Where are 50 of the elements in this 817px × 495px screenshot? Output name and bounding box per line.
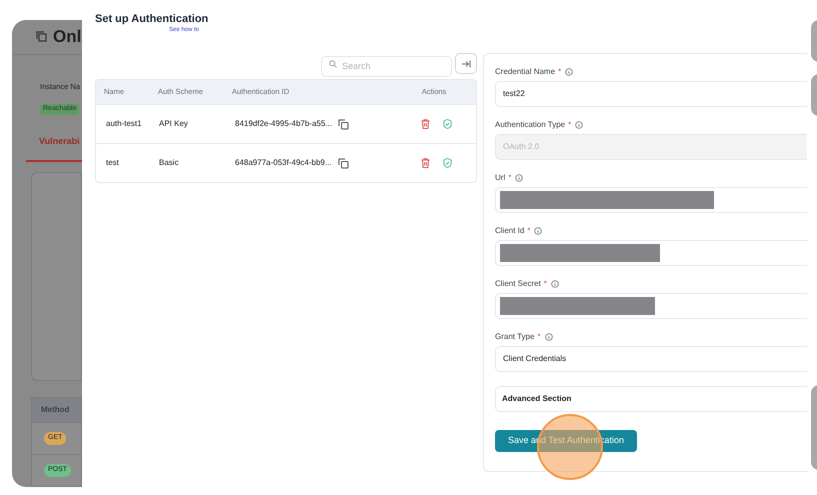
- shield-check-icon: [442, 119, 452, 129]
- required-mark: *: [558, 66, 562, 78]
- shield-check-icon: [442, 158, 452, 168]
- field-label: Client Secret: [495, 278, 541, 290]
- info-icon: [575, 121, 584, 129]
- required-mark: *: [568, 119, 572, 131]
- table-cell-text: API Key: [158, 118, 189, 130]
- collapse-button[interactable]: [455, 53, 477, 74]
- input-field[interactable]: Client Credentials: [495, 346, 807, 372]
- required-mark: *: [537, 331, 541, 343]
- verify-button[interactable]: [442, 119, 452, 129]
- arrow-to-line-icon: [461, 60, 471, 68]
- field-label: Url: [495, 172, 506, 184]
- table-cell-text: Basic: [158, 157, 180, 169]
- required-mark: *: [544, 278, 547, 290]
- field-label: Client Id: [495, 225, 524, 237]
- copy-icon: [338, 158, 349, 168]
- collapsible-section[interactable]: Advanced Section: [495, 386, 807, 412]
- column-header: Method: [32, 398, 81, 422]
- table-cell: 8419df2e-4995-4b7b-a55...: [235, 118, 332, 130]
- info-icon: [544, 333, 553, 341]
- required-mark: *: [508, 172, 512, 184]
- search-field[interactable]: Search: [321, 56, 452, 76]
- input-field[interactable]: [495, 240, 807, 266]
- drawer-title: Set up Authentication: [95, 12, 208, 26]
- copy-icon: [338, 118, 349, 130]
- delete-button[interactable]: [420, 119, 430, 129]
- info-icon: [565, 68, 574, 76]
- page-title: Onl: [53, 26, 82, 48]
- table-cell-text: auth-test1: [105, 118, 143, 130]
- info-icon: [515, 174, 524, 182]
- input-field[interactable]: [495, 187, 807, 213]
- required-mark: *: [527, 225, 530, 237]
- info-icon: [550, 280, 559, 288]
- verify-button[interactable]: [442, 158, 452, 168]
- copy-icon: [36, 31, 47, 42]
- field-label: Credential Name: [495, 66, 556, 78]
- table-cell: 648a977a-053f-49c4-bb9...: [235, 157, 332, 169]
- field-label: Grant Type: [495, 331, 534, 343]
- copy-button[interactable]: [338, 158, 349, 168]
- input-field[interactable]: [495, 293, 807, 319]
- input-field[interactable]: test22: [495, 81, 807, 107]
- copy-button[interactable]: [338, 118, 349, 130]
- delete-button[interactable]: [420, 158, 430, 168]
- field-label: Authentication Type: [495, 119, 566, 131]
- trash-icon: [420, 119, 430, 129]
- search-icon: [329, 60, 337, 68]
- table-cell-text: test: [105, 157, 120, 169]
- trash-icon: [420, 158, 430, 168]
- info-icon: [534, 227, 542, 235]
